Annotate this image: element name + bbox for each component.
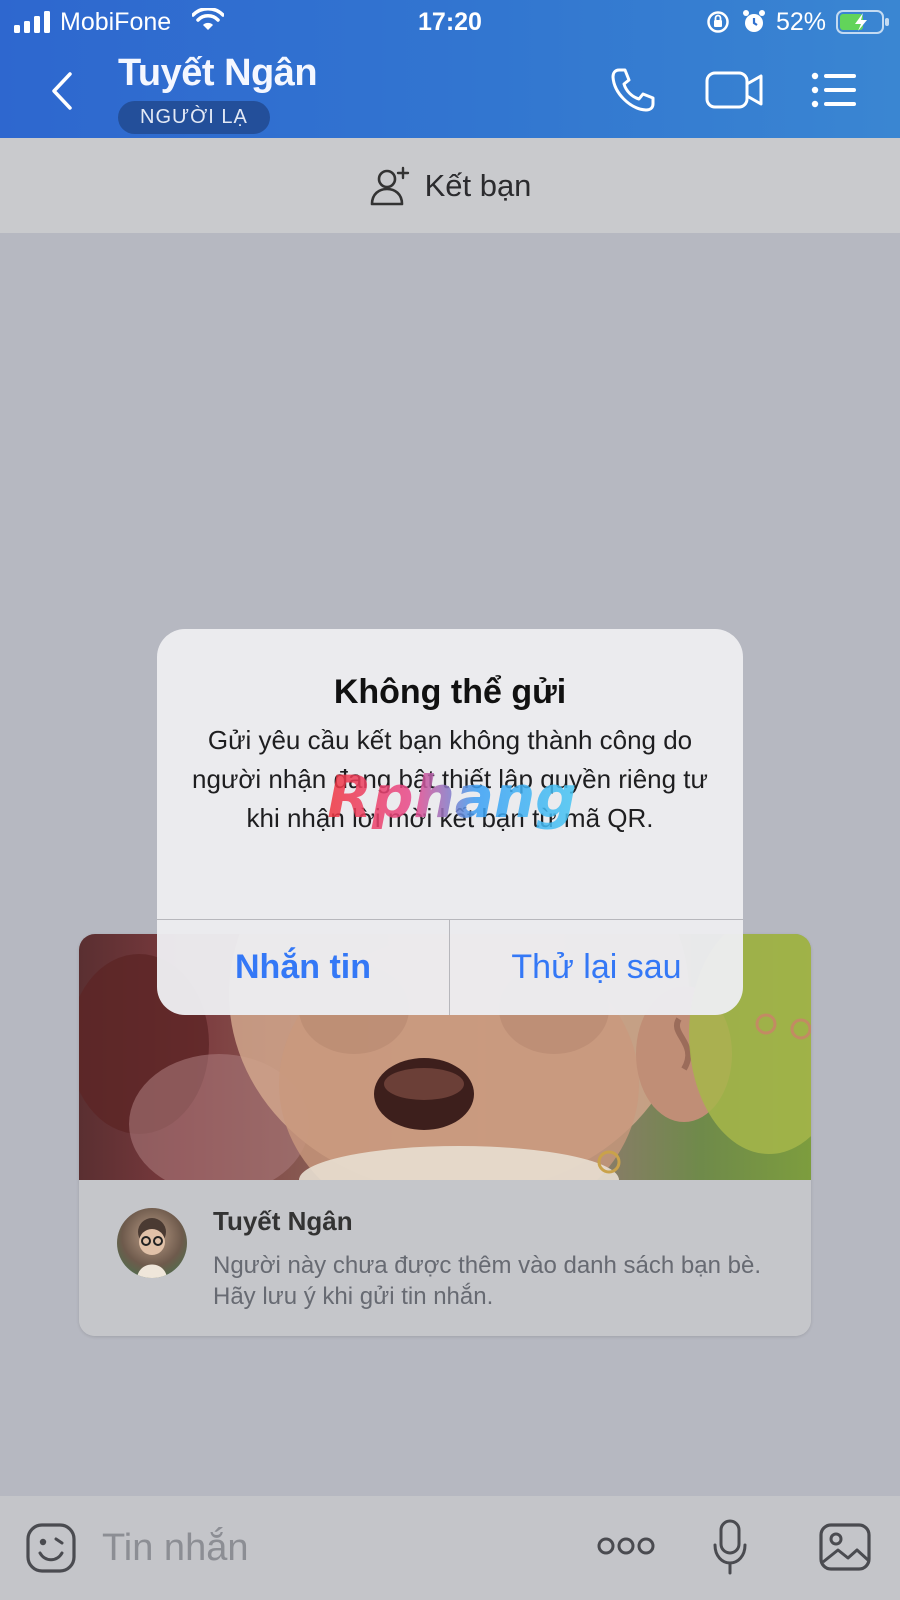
back-icon[interactable] [44,66,84,116]
add-friend-label: Kết bạn [424,167,532,203]
stranger-badge: NGƯỜI LẠ [118,101,270,134]
battery-icon [836,10,889,34]
profile-name: Tuyết Ngân [213,1206,353,1236]
dialog-message: Gửi yêu cầu kết bạn không thành công do … [192,725,708,833]
phone-icon[interactable] [606,64,660,116]
menu-list-icon[interactable] [810,64,858,116]
emoji-icon[interactable] [25,1522,77,1574]
alert-dialog: Không thể gửi Gửi yêu cầu kết bạn không … [157,629,743,1015]
avatar [117,1208,187,1278]
status-bar: MobiFone 17:20 52% [0,0,900,44]
profile-notice: Người này chưa được thêm vào danh sách b… [213,1252,761,1310]
dialog-title: Không thể gửi [333,673,567,711]
retry-later-button[interactable]: Thử lại sau [450,920,743,1015]
message-button[interactable]: Nhắn tin [157,920,449,1015]
battery-percent: 52% [776,8,827,36]
contact-name[interactable]: Tuyết Ngân [118,52,318,95]
rotation-lock-icon [707,11,729,33]
message-composer [0,1496,900,1600]
chat-header: MobiFone 17:20 52% Tuyết Ngân NGƯỜI LẠ [0,0,900,138]
video-camera-icon[interactable] [704,64,766,116]
add-friend-icon [370,166,409,205]
microphone-icon[interactable] [712,1518,748,1576]
message-input[interactable] [102,1520,552,1576]
alarm-icon [743,10,765,32]
add-friend-button[interactable]: Kết bạn [0,138,900,233]
profile-info: Tuyết Ngân Người này chưa được thêm vào … [79,1180,811,1336]
more-icon[interactable] [597,1532,655,1560]
image-icon[interactable] [818,1522,872,1572]
